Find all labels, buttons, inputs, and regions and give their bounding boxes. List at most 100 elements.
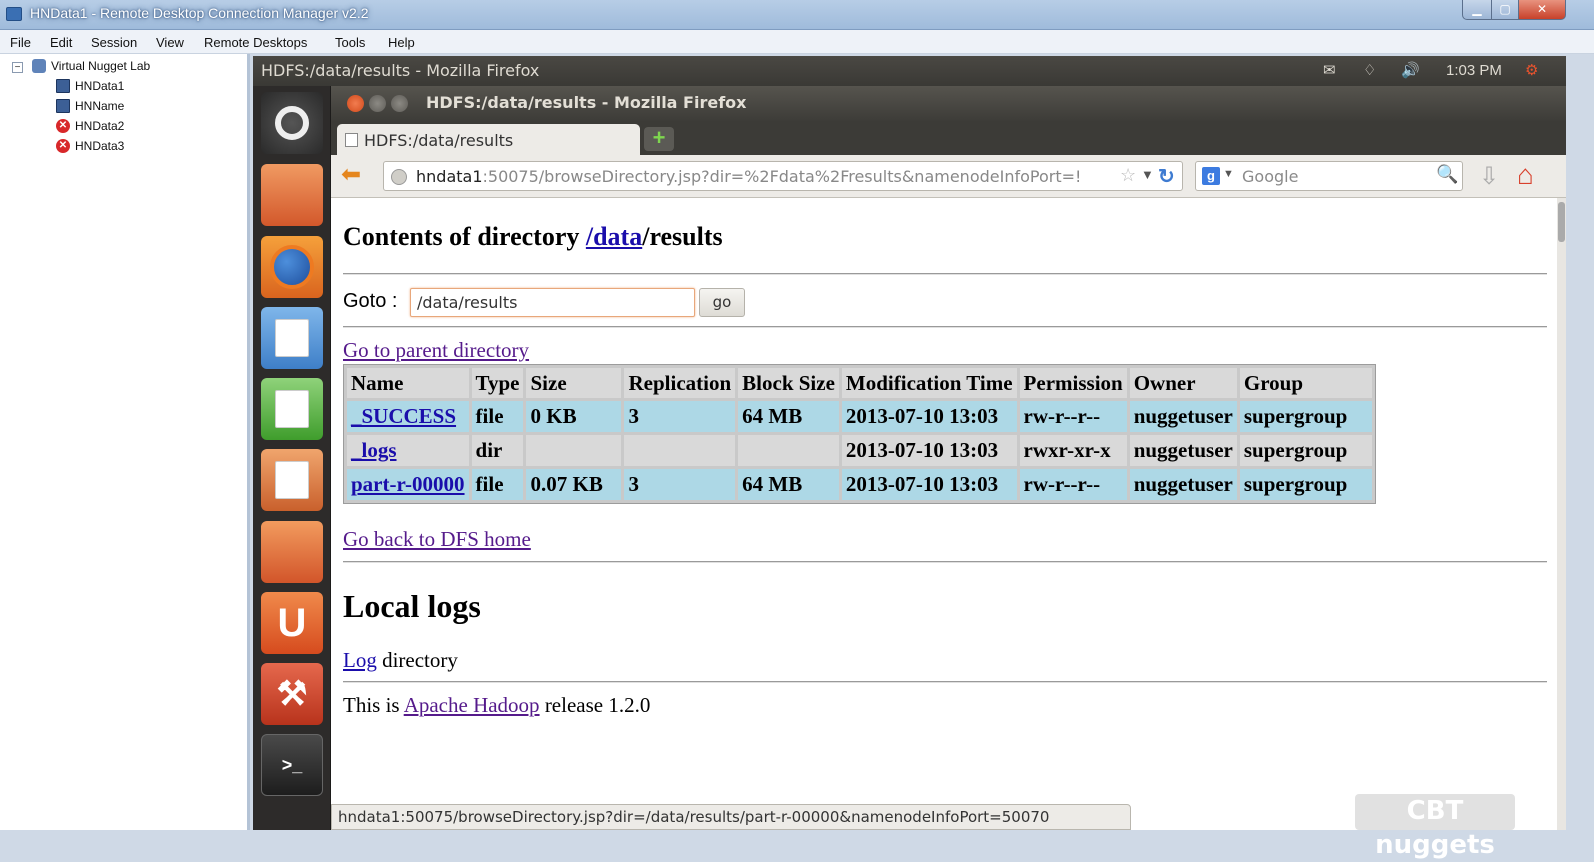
server-group-icon — [32, 59, 46, 73]
ubuntu-top-panel: HDFS:/data/results - Mozilla Firefox ✉ ♢… — [253, 56, 1566, 86]
file-link-part-r-00000[interactable]: part-r-00000 — [351, 472, 465, 496]
cell-permission: rw-r--r-- — [1019, 401, 1127, 432]
cell-permission: rw-r--r-- — [1019, 469, 1127, 500]
computer-icon — [56, 99, 70, 113]
volume-icon[interactable]: 🔊 — [1401, 61, 1420, 79]
bookmark-star-icon[interactable]: ☆ — [1120, 165, 1136, 186]
site-identity-icon[interactable] — [391, 169, 407, 185]
ff-window-title: HDFS:/data/results - Mozilla Firefox — [426, 93, 747, 112]
col-replication: Replication — [624, 368, 736, 398]
search-icon[interactable]: 🔍 — [1436, 164, 1458, 185]
tree-group-root[interactable]: Virtual Nugget Lab — [32, 59, 150, 73]
cell-group: supergroup — [1239, 435, 1372, 466]
tree-item-label: HNData3 — [75, 139, 125, 153]
search-engine-icon[interactable]: g — [1202, 167, 1220, 185]
files-icon[interactable] — [261, 164, 323, 226]
firefox-icon[interactable] — [261, 236, 323, 298]
menu-view[interactable]: View — [156, 35, 184, 50]
dash-home-icon[interactable] — [261, 92, 323, 154]
cell-group: supergroup — [1239, 469, 1372, 500]
tree-item-hndata1[interactable]: HNData1 — [56, 79, 124, 93]
ubuntu-one-icon[interactable]: U — [261, 592, 323, 654]
rdcman-title-bar: HNData1 - Remote Desktop Connection Mana… — [0, 0, 1594, 30]
home-icon[interactable]: ⌂ — [1517, 159, 1534, 191]
col-group: Group — [1239, 368, 1372, 398]
menu-bar: File Edit Session View Remote Desktops T… — [0, 30, 1594, 54]
cell-block-size — [738, 435, 839, 466]
dfs-home-link[interactable]: Go back to DFS home — [343, 527, 531, 552]
url-bar[interactable]: hndata1:50075/browseDirectory.jsp?dir=%2… — [383, 161, 1183, 191]
menu-tools[interactable]: Tools — [335, 35, 365, 50]
menu-edit[interactable]: Edit — [50, 35, 72, 50]
menu-file[interactable]: File — [10, 35, 31, 50]
directory-table: Name Type Size Replication Block Size Mo… — [343, 364, 1376, 504]
col-type: Type — [471, 368, 524, 398]
goto-input[interactable] — [410, 288, 695, 317]
cbt-nuggets-watermark: CBT nuggets — [1355, 794, 1515, 860]
panel-clock[interactable]: 1:03 PM — [1446, 62, 1502, 79]
heading-data-link[interactable]: /data — [586, 222, 642, 251]
menu-help[interactable]: Help — [388, 35, 415, 50]
search-bar[interactable]: g ▼ Google 🔍 — [1195, 161, 1463, 191]
col-owner: Owner — [1129, 368, 1237, 398]
cell-replication — [624, 435, 736, 466]
cell-modification-time: 2013-07-10 13:03 — [841, 435, 1017, 466]
page-scrollbar[interactable] — [1557, 198, 1566, 830]
libreoffice-writer-icon[interactable] — [261, 307, 323, 369]
scrollbar-thumb[interactable] — [1558, 202, 1565, 242]
reload-icon[interactable]: ↻ — [1158, 164, 1175, 189]
cell-owner: nuggetuser — [1129, 401, 1237, 432]
ff-minimize-button[interactable] — [369, 95, 386, 112]
col-block-size: Block Size — [738, 368, 839, 398]
libreoffice-impress-icon[interactable] — [261, 449, 323, 511]
divider — [343, 561, 1547, 563]
divider — [343, 681, 1547, 683]
cell-block-size: 64 MB — [738, 469, 839, 500]
log-directory-line: Log directory — [343, 648, 458, 672]
file-link-logs[interactable]: _logs — [351, 438, 397, 462]
log-link[interactable]: Log — [343, 648, 377, 672]
software-center-icon[interactable] — [261, 521, 323, 583]
new-tab-button[interactable]: + — [644, 127, 674, 151]
power-icon[interactable]: ⚙ — [1525, 61, 1538, 79]
system-settings-icon[interactable]: ⚒ — [261, 663, 323, 725]
table-header-row: Name Type Size Replication Block Size Mo… — [347, 368, 1372, 398]
col-name: Name — [347, 368, 469, 398]
url-history-dropdown-icon[interactable]: ▼ — [1141, 167, 1154, 182]
menu-session[interactable]: Session — [91, 35, 137, 50]
cell-type: dir — [471, 435, 524, 466]
tab-hdfs-results[interactable]: HDFS:/data/results — [337, 124, 640, 155]
window-title: HNData1 - Remote Desktop Connection Mana… — [30, 5, 369, 21]
ff-close-button[interactable] — [347, 95, 364, 112]
apache-hadoop-link[interactable]: Apache Hadoop — [404, 693, 540, 717]
menu-remote-desktops[interactable]: Remote Desktops — [204, 35, 307, 50]
url-text[interactable]: hndata1:50075/browseDirectory.jsp?dir=%2… — [416, 167, 1106, 186]
minimize-button[interactable]: ▁ — [1462, 0, 1492, 20]
terminal-icon[interactable]: >_ — [261, 734, 323, 796]
file-link-success[interactable]: _SUCCESS — [351, 404, 456, 428]
parent-directory-link[interactable]: Go to parent directory — [343, 338, 529, 363]
libreoffice-calc-icon[interactable] — [261, 378, 323, 440]
release-line: This is Apache Hadoop release 1.2.0 — [343, 693, 651, 717]
status-bar: hndata1:50075/browseDirectory.jsp?dir=/d… — [331, 804, 1131, 830]
network-icon[interactable]: ♢ — [1363, 61, 1376, 79]
mail-icon[interactable]: ✉ — [1323, 61, 1336, 79]
local-logs-heading: Local logs — [343, 588, 481, 624]
tree-expander[interactable]: − — [12, 62, 23, 73]
page-content: Contents of directory /data/results Goto… — [331, 198, 1557, 830]
tree-item-hnname[interactable]: HNName — [56, 99, 124, 113]
tree-item-hndata2[interactable]: ✕ HNData2 — [56, 119, 124, 133]
maximize-button[interactable]: ▢ — [1491, 0, 1519, 20]
close-button[interactable]: ✕ — [1518, 0, 1566, 20]
ff-maximize-button[interactable] — [391, 95, 408, 112]
table-row: _SUCCESS file 0 KB 3 64 MB 2013-07-10 13… — [347, 401, 1372, 432]
tree-item-hndata3[interactable]: ✕ HNData3 — [56, 139, 124, 153]
back-arrow-icon[interactable]: ⬅ — [341, 163, 361, 187]
search-engine-dropdown-icon[interactable]: ▼ — [1223, 168, 1234, 180]
go-button[interactable]: go — [699, 288, 745, 317]
table-row: part-r-00000 file 0.07 KB 3 64 MB 2013-0… — [347, 469, 1372, 500]
cell-type: file — [471, 469, 524, 500]
cell-type: file — [471, 401, 524, 432]
downloads-icon[interactable]: ⇩ — [1479, 162, 1499, 191]
tree-item-label: HNName — [75, 99, 125, 113]
